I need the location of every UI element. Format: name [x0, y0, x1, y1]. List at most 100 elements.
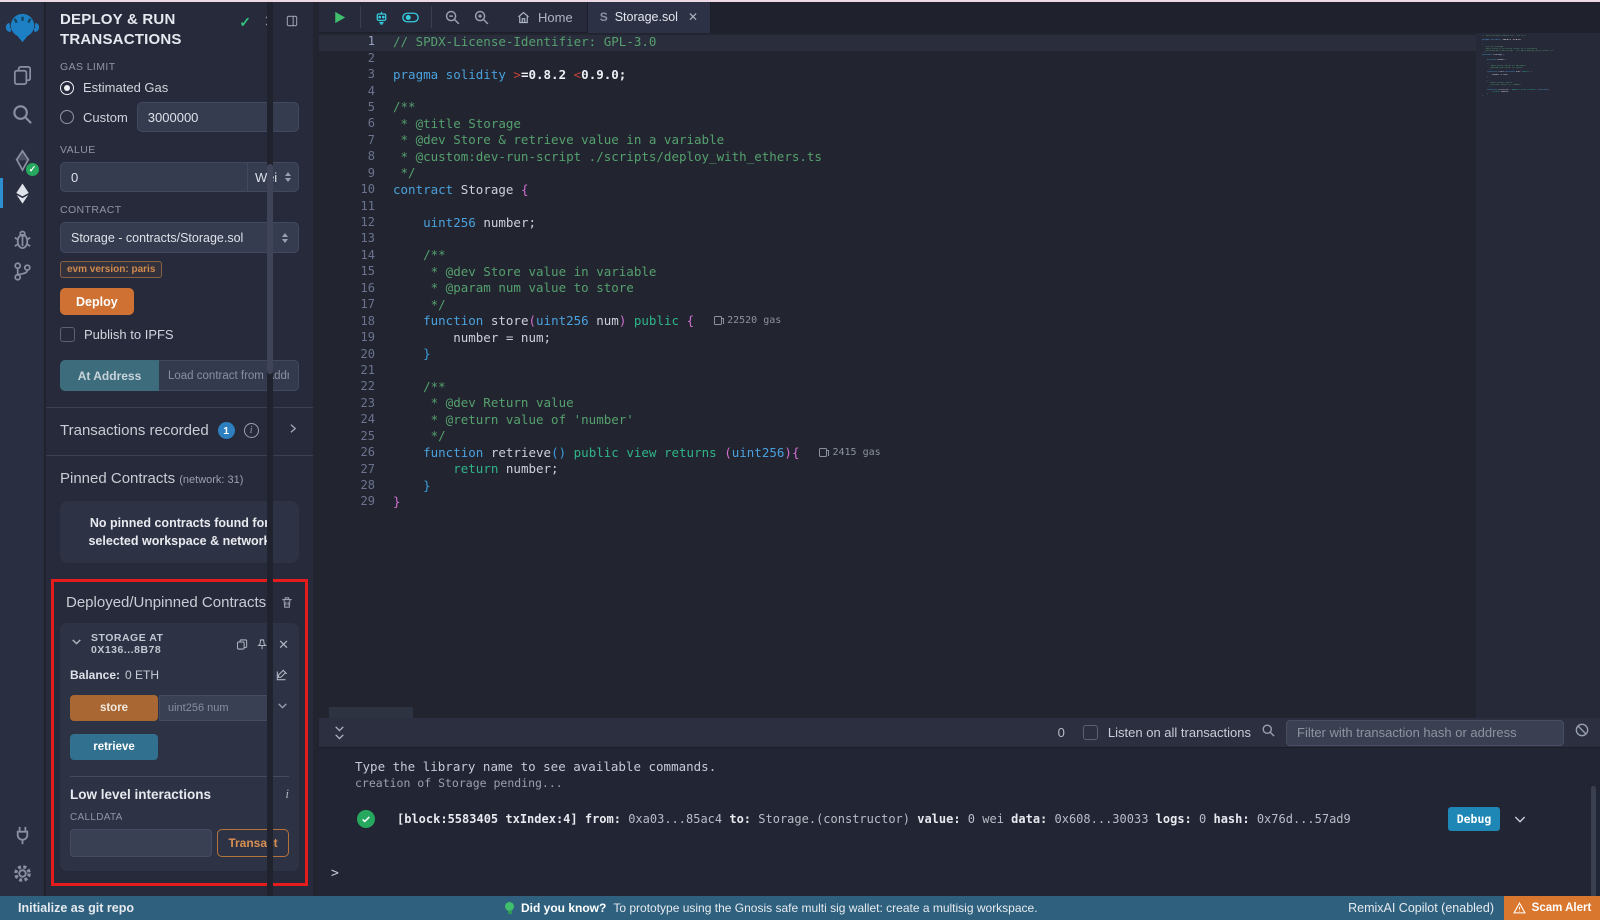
code-line: 5/**: [319, 99, 1600, 115]
store-argument-input[interactable]: [159, 695, 270, 721]
publish-ipfs-label: Publish to IPFS: [84, 327, 174, 342]
debug-button[interactable]: Debug: [1448, 807, 1500, 831]
value-label: VALUE: [60, 144, 299, 156]
expand-terminal-icon[interactable]: [333, 725, 346, 741]
chevron-right-icon[interactable]: [286, 422, 299, 439]
low-level-title: Low level interactions: [70, 787, 211, 802]
copy-icon[interactable]: [236, 638, 248, 651]
search-icon[interactable]: [1261, 723, 1276, 743]
value-unit-select[interactable]: Wei: [248, 162, 299, 192]
edit-icon[interactable]: [275, 668, 289, 682]
success-check-icon: [357, 810, 375, 828]
code-editor-region: Home S Storage.sol ✕ 1// SPDX-License-Id…: [319, 2, 1600, 718]
file-explorer-icon[interactable]: [11, 64, 34, 87]
gas-pump-icon: [714, 316, 722, 325]
code-line: 12 uint256 number;: [319, 214, 1600, 230]
status-bar: Initialize as git repo Did you know? To …: [0, 896, 1600, 920]
solidity-compiler-icon[interactable]: ✓: [11, 149, 34, 172]
git-icon[interactable]: [11, 260, 34, 283]
close-icon[interactable]: ✕: [278, 638, 289, 651]
git-init-button[interactable]: Initialize as git repo: [18, 901, 134, 915]
code-editor[interactable]: 1// SPDX-License-Identifier: GPL-3.023pr…: [319, 33, 1600, 718]
code-line: 18 function store(uint256 num) public {2…: [319, 312, 1600, 328]
instance-title: STORAGE AT 0X136...8B78: [91, 632, 228, 656]
code-line: 6 * @title Storage: [319, 115, 1600, 131]
close-tab-icon[interactable]: ✕: [688, 10, 698, 24]
custom-gas-input[interactable]: [137, 102, 299, 132]
deployed-contracts-title: Deployed/Unpinned Contracts: [66, 594, 266, 611]
terminal-output[interactable]: Type the library name to see available c…: [319, 748, 1600, 896]
info-icon[interactable]: i: [244, 423, 259, 438]
copilot-status[interactable]: RemixAI Copilot (enabled): [1348, 901, 1494, 915]
warning-icon: [1513, 902, 1526, 914]
plugin-manager-icon[interactable]: [11, 824, 34, 847]
code-line: 2: [319, 49, 1600, 65]
contract-instance-card: STORAGE AT 0X136...8B78 ✕ Balance: 0 ETH…: [60, 623, 299, 871]
transactions-count-badge: 1: [218, 422, 235, 439]
code-line: 14 /**: [319, 247, 1600, 263]
search-icon[interactable]: [11, 103, 34, 126]
code-line: 17 */: [319, 296, 1600, 312]
chevron-down-icon[interactable]: [276, 699, 289, 717]
value-input[interactable]: [60, 162, 248, 192]
tab-storage-sol[interactable]: S Storage.sol ✕: [587, 2, 711, 33]
copilot-toggle-icon[interactable]: [402, 9, 419, 26]
at-address-input[interactable]: [159, 360, 299, 391]
terminal-prompt: >: [331, 866, 339, 881]
estimated-gas-radio[interactable]: [60, 81, 74, 95]
deploy-run-icon[interactable]: [11, 182, 34, 205]
zoom-out-icon[interactable]: [444, 9, 461, 26]
editor-toolbar: Home S Storage.sol ✕: [319, 2, 1600, 33]
code-line: 26 function retrieve() public view retur…: [319, 444, 1600, 460]
chevron-down-icon[interactable]: [1512, 811, 1528, 831]
listen-count: 0: [1058, 725, 1065, 740]
store-function-button[interactable]: store: [70, 695, 158, 721]
code-line: 11: [319, 197, 1600, 213]
panel-check-icon[interactable]: ✓: [239, 14, 251, 31]
listen-all-label: Listen on all transactions: [1108, 725, 1251, 740]
transaction-filter-input[interactable]: [1286, 720, 1564, 746]
remix-logo-icon[interactable]: [5, 10, 40, 45]
code-line: 9 */: [319, 165, 1600, 181]
select-arrows-icon: [285, 172, 291, 182]
low-level-info-icon[interactable]: i: [286, 787, 289, 802]
panel-title: DEPLOY & RUN TRANSACTIONS: [60, 10, 210, 49]
zoom-in-icon[interactable]: [473, 9, 490, 26]
panel-scrollbar-thumb[interactable]: [267, 164, 273, 374]
code-line: 27 return number;: [319, 460, 1600, 476]
code-lines: 1// SPDX-License-Identifier: GPL-3.023pr…: [319, 33, 1600, 510]
calldata-input[interactable]: [70, 829, 212, 857]
tab-home[interactable]: Home: [502, 2, 587, 33]
contract-select[interactable]: Storage - contracts/Storage.sol: [60, 222, 299, 253]
terminal-scrollbar-thumb[interactable]: [1591, 786, 1596, 904]
divider: [70, 776, 289, 777]
code-line: 7 * @dev Store & retrieve value in a var…: [319, 132, 1600, 148]
horizontal-scrollbar-thumb[interactable]: [329, 707, 413, 718]
transaction-log-row[interactable]: [block:5583405 txIndex:4] from: 0xa03...…: [357, 810, 1430, 828]
trash-icon[interactable]: [280, 595, 294, 610]
code-line: 10contract Storage {: [319, 181, 1600, 197]
code-line: 28 }: [319, 477, 1600, 493]
code-line: 13: [319, 230, 1600, 246]
custom-gas-label: Custom: [83, 110, 128, 125]
debugger-icon[interactable]: [11, 228, 34, 251]
deploy-button[interactable]: Deploy: [60, 288, 134, 315]
code-line: 19 number = num;: [319, 329, 1600, 345]
at-address-button[interactable]: At Address: [60, 360, 159, 391]
publish-ipfs-checkbox[interactable]: [60, 327, 75, 342]
custom-gas-radio[interactable]: [60, 110, 74, 124]
terminal-region: 0 Listen on all transactions Type the li…: [319, 718, 1600, 896]
settings-gear-icon[interactable]: [11, 862, 34, 885]
code-line: 15 * @dev Store value in variable: [319, 263, 1600, 279]
transact-button[interactable]: Transact: [217, 829, 289, 857]
pin-panel-icon[interactable]: [285, 14, 299, 28]
lightbulb-icon: [505, 902, 514, 914]
ai-assistant-robot-icon[interactable]: [373, 9, 390, 26]
editor-minimap[interactable]: // SPDX-License-Identifier: GPL-3.0pragm…: [1476, 33, 1600, 718]
chevron-down-icon[interactable]: [70, 635, 83, 653]
listen-all-checkbox[interactable]: [1083, 725, 1098, 740]
clear-console-icon[interactable]: [1574, 722, 1590, 743]
run-script-icon[interactable]: [331, 9, 348, 26]
scam-alert-button[interactable]: Scam Alert: [1504, 896, 1600, 920]
retrieve-function-button[interactable]: retrieve: [70, 734, 158, 760]
